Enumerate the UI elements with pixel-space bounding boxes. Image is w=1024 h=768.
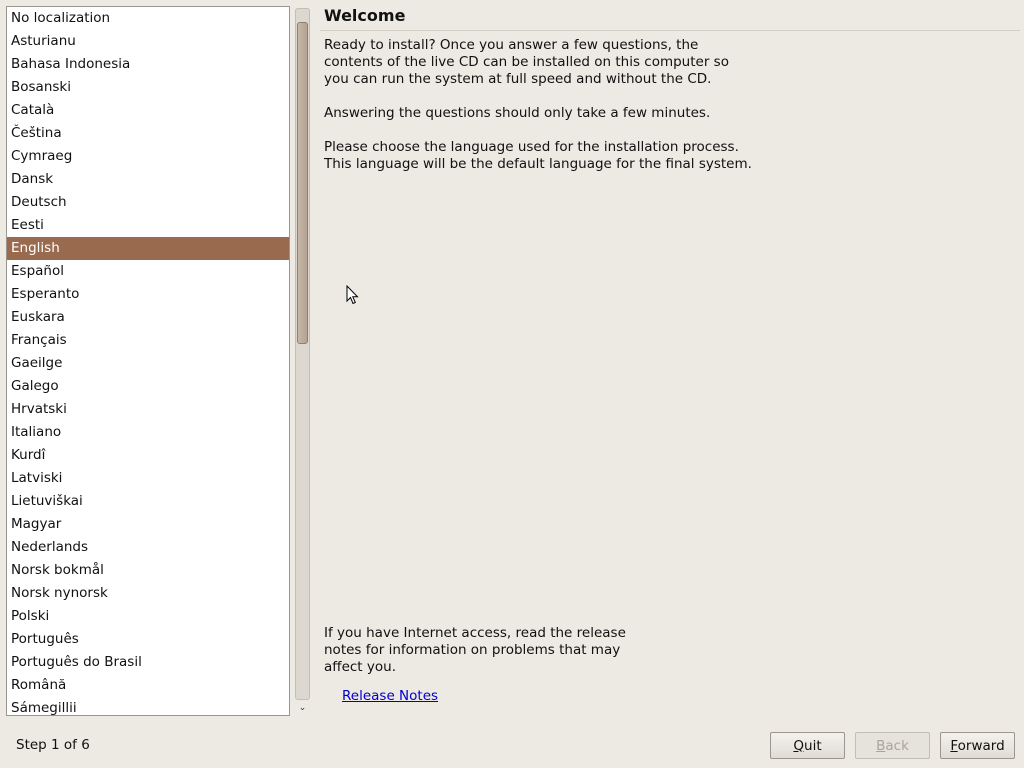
language-item[interactable]: Español xyxy=(7,260,289,283)
language-item[interactable]: Bahasa Indonesia xyxy=(7,53,289,76)
back-button: Back xyxy=(855,732,930,759)
release-notes-link[interactable]: Release Notes xyxy=(342,688,438,704)
language-item[interactable]: Deutsch xyxy=(7,191,289,214)
language-item[interactable]: No localization xyxy=(7,7,289,30)
language-item[interactable]: Čeština xyxy=(7,122,289,145)
language-item[interactable]: Latviski xyxy=(7,467,289,490)
language-item[interactable]: Euskara xyxy=(7,306,289,329)
language-item[interactable]: English xyxy=(7,237,289,260)
choose-language-text: Please choose the language used for the … xyxy=(324,139,752,172)
page-title: Welcome xyxy=(324,6,406,25)
language-item[interactable]: Esperanto xyxy=(7,283,289,306)
language-item[interactable]: Nederlands xyxy=(7,536,289,559)
duration-text: Answering the questions should only take… xyxy=(324,105,711,121)
language-item[interactable]: Eesti xyxy=(7,214,289,237)
scrollbar-trough[interactable] xyxy=(295,8,310,700)
scrollbar-thumb[interactable] xyxy=(297,22,308,344)
language-item[interactable]: Português xyxy=(7,628,289,651)
language-item[interactable]: Bosanski xyxy=(7,76,289,99)
language-item[interactable]: Lietuviškai xyxy=(7,490,289,513)
language-item[interactable]: Galego xyxy=(7,375,289,398)
language-item[interactable]: Italiano xyxy=(7,421,289,444)
scroll-down-arrow-icon[interactable]: ⌄ xyxy=(293,700,312,716)
language-item[interactable]: Română xyxy=(7,674,289,697)
language-item[interactable]: Sámegillii xyxy=(7,697,289,715)
language-item[interactable]: Magyar xyxy=(7,513,289,536)
title-divider xyxy=(320,30,1020,31)
language-list-scrollbar[interactable]: ⌄ xyxy=(293,6,312,716)
forward-button[interactable]: Forward xyxy=(940,732,1015,759)
quit-button-label: Quit xyxy=(793,737,822,754)
internet-access-text: If you have Internet access, read the re… xyxy=(324,625,626,675)
language-item[interactable]: Asturianu xyxy=(7,30,289,53)
forward-button-label: Forward xyxy=(950,737,1005,754)
language-list[interactable]: No localization Asturianu Bahasa Indonesia… xyxy=(6,6,290,716)
language-item[interactable]: Português do Brasil xyxy=(7,651,289,674)
language-item[interactable]: Kurdî xyxy=(7,444,289,467)
language-item[interactable]: Cymraeg xyxy=(7,145,289,168)
language-item[interactable]: Gaeilge xyxy=(7,352,289,375)
language-item[interactable]: Norsk bokmål xyxy=(7,559,289,582)
language-item[interactable]: Català xyxy=(7,99,289,122)
mouse-pointer-icon xyxy=(346,285,359,305)
language-item[interactable]: Français xyxy=(7,329,289,352)
intro-text: Ready to install? Once you answer a few … xyxy=(324,37,729,87)
language-item[interactable]: Hrvatski xyxy=(7,398,289,421)
language-item[interactable]: Polski xyxy=(7,605,289,628)
back-button-label: Back xyxy=(876,737,909,754)
language-item[interactable]: Norsk nynorsk xyxy=(7,582,289,605)
quit-button[interactable]: Quit xyxy=(770,732,845,759)
step-indicator: Step 1 of 6 xyxy=(16,737,90,753)
language-item[interactable]: Dansk xyxy=(7,168,289,191)
